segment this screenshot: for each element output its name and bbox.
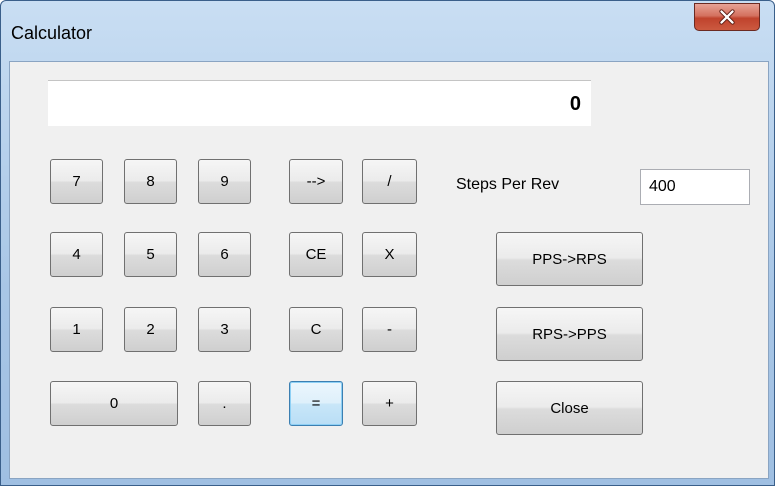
key-6-button[interactable]: 6 — [198, 232, 251, 277]
key-5-button[interactable]: 5 — [124, 232, 177, 277]
steps-per-rev-label: Steps Per Rev — [456, 176, 560, 193]
key-9-button[interactable]: 9 — [198, 159, 251, 204]
rps-to-pps-button[interactable]: RPS->PPS — [496, 307, 643, 361]
clear-entry-button[interactable]: CE — [289, 232, 343, 277]
minus-button[interactable]: - — [362, 307, 417, 352]
key-2-button[interactable]: 2 — [124, 307, 177, 352]
equals-button[interactable]: = — [289, 381, 343, 426]
result-display: 0 — [48, 80, 591, 126]
arrow-button[interactable]: --> — [289, 159, 343, 204]
window-title: Calculator — [11, 23, 93, 43]
close-icon — [719, 9, 735, 25]
clear-button[interactable]: C — [289, 307, 343, 352]
decimal-point-button[interactable]: . — [198, 381, 251, 426]
pps-to-rps-button[interactable]: PPS->RPS — [496, 232, 643, 286]
key-8-button[interactable]: 8 — [124, 159, 177, 204]
window-close-button[interactable] — [694, 3, 760, 31]
key-4-button[interactable]: 4 — [50, 232, 103, 277]
title-bar[interactable]: Calculator — [1, 1, 774, 61]
divide-button[interactable]: / — [362, 159, 417, 204]
multiply-button[interactable]: X — [362, 232, 417, 277]
key-7-button[interactable]: 7 — [50, 159, 103, 204]
key-0-button[interactable]: 0 — [50, 381, 178, 426]
plus-button[interactable]: + — [362, 381, 417, 426]
close-button[interactable]: Close — [496, 381, 643, 435]
key-3-button[interactable]: 3 — [198, 307, 251, 352]
key-1-button[interactable]: 1 — [50, 307, 103, 352]
steps-per-rev-input[interactable]: 400 — [640, 169, 750, 205]
calculator-window: Calculator 0 7 8 9 --> / 4 5 6 CE X 1 2 … — [0, 0, 775, 486]
calculator-panel: 0 7 8 9 --> / 4 5 6 CE X 1 2 3 C - 0 . =… — [9, 61, 769, 479]
